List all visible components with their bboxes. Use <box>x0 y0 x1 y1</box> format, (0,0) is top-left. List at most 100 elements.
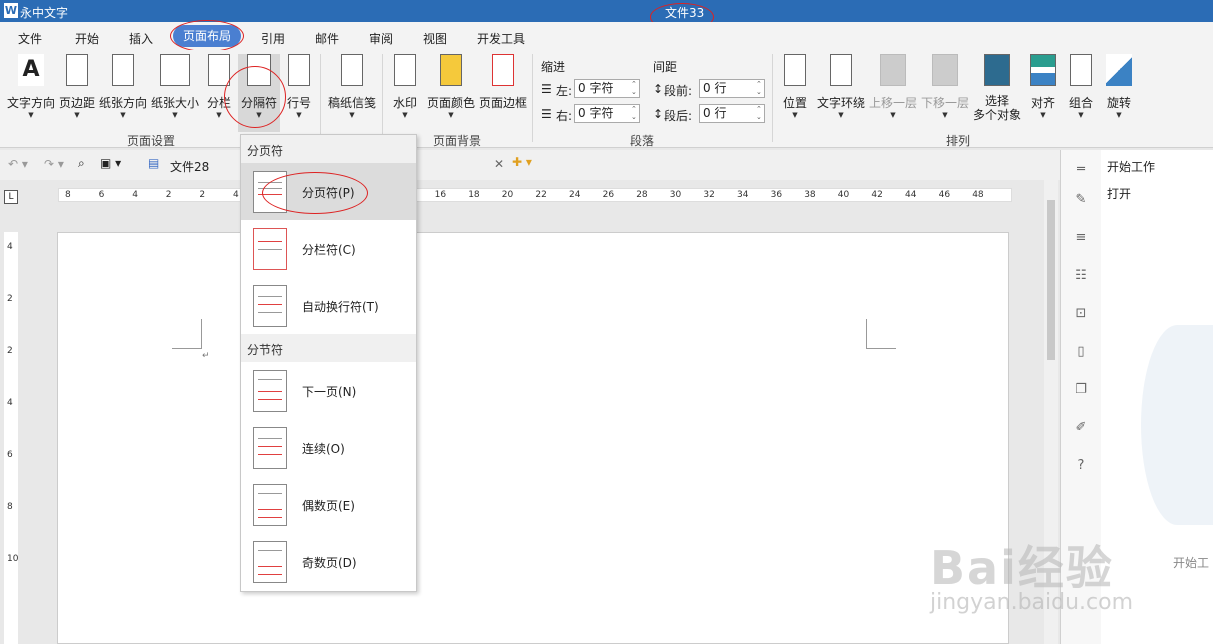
chevron-down-icon: ▼ <box>172 111 178 119</box>
annotation-circle-page-break <box>262 172 368 214</box>
ruler-number: 2 <box>165 190 172 200</box>
chevron-down-icon: ▼ <box>296 111 302 119</box>
column-break-item[interactable]: 分栏符(C) <box>241 220 416 277</box>
menu-references[interactable]: 引用 <box>261 30 285 47</box>
text-direction-icon: A <box>18 54 44 86</box>
ruler-number: 24 <box>569 190 581 200</box>
menu-file[interactable]: 文件 <box>18 30 42 47</box>
align-label: 对齐 <box>1030 96 1055 110</box>
menu-review[interactable]: 审阅 <box>369 30 393 47</box>
page-size-button[interactable]: 纸张大小 ▼ <box>150 54 200 119</box>
outline-icon[interactable]: ☷ <box>1073 268 1089 284</box>
sliders-icon[interactable]: ≡ <box>1073 230 1089 246</box>
chevron-down-icon: ▼ <box>120 111 126 119</box>
document-icon: ▤ <box>148 156 160 170</box>
group-label: 组合 <box>1068 96 1093 110</box>
menu-developer[interactable]: 开发工具 <box>477 30 525 47</box>
chevron-down-icon: ▼ <box>28 111 34 119</box>
next-page-item[interactable]: 下一页(N) <box>241 362 416 419</box>
ribbon-separator <box>320 54 321 142</box>
redo-icon[interactable]: ↷ ▾ <box>44 157 64 171</box>
group-label-background: 页面背景 <box>433 134 482 148</box>
line-numbers-button[interactable]: 行号 ▼ <box>284 54 314 119</box>
undo-icon[interactable]: ↶ ▾ <box>8 157 28 171</box>
indent-left-label: 左: <box>556 84 573 98</box>
orientation-button[interactable]: 纸张方向 ▼ <box>98 54 148 119</box>
even-page-icon <box>253 484 287 526</box>
save-icon[interactable]: ▣ ▾ <box>100 156 121 170</box>
spacing-before-icon: ↕ <box>653 82 664 96</box>
print-preview-icon[interactable]: ⌕ <box>78 156 85 171</box>
position-button[interactable]: 位置 ▼ <box>780 54 810 119</box>
lock-icon[interactable]: ⊡ <box>1073 306 1089 322</box>
line-numbers-label: 行号 <box>286 96 311 110</box>
text-wrap-button[interactable]: 文字环绕 ▼ <box>816 54 866 119</box>
indent-right-input[interactable]: 0 字符 <box>574 104 640 123</box>
manuscript-label: 稿纸信笺 <box>327 96 376 110</box>
menu-home[interactable]: 开始 <box>75 30 99 47</box>
indent-left-input[interactable]: 0 字符 <box>574 79 640 98</box>
page-color-label: 页面颜色 <box>426 96 475 110</box>
manuscript-button[interactable]: 稿纸信笺 ▼ <box>326 54 378 119</box>
pencil-icon[interactable]: ✎ <box>1073 192 1089 208</box>
align-button[interactable]: 对齐 ▼ <box>1028 54 1058 119</box>
menu-view[interactable]: 视图 <box>423 30 447 47</box>
vruler-number: 2 <box>7 294 13 304</box>
new-tab-icon[interactable]: ✚ ▾ <box>512 155 532 169</box>
page-border-button[interactable]: 页面边框 <box>478 54 528 111</box>
text-direction-button[interactable]: A 文字方向 ▼ <box>6 54 56 119</box>
odd-page-item[interactable]: 奇数页(D) <box>241 533 416 590</box>
paragraph-mark-icon: ↵ <box>202 351 210 361</box>
document-page[interactable]: ↵ <box>57 232 1009 644</box>
watermark-url: jingyan.baidu.com <box>930 590 1134 615</box>
even-page-item[interactable]: 偶数页(E) <box>241 476 416 533</box>
scrollbar-thumb[interactable] <box>1047 200 1055 360</box>
ruler-number: 36 <box>770 190 783 200</box>
section-break-header: 分节符 <box>241 334 416 362</box>
ruler-number: 30 <box>669 190 682 200</box>
ruler-number: 38 <box>804 190 816 200</box>
vruler-number: 8 <box>7 502 13 512</box>
quick-access-bar: ↶ ▾ ↷ ▾ ⌕ ▣ ▾ ▤ 文件28 ✕ ✚ ▾ <box>0 150 1060 180</box>
ruler-number: 42 <box>871 190 883 200</box>
close-tab-icon[interactable]: ✕ <box>494 157 504 171</box>
page-color-button[interactable]: 页面颜色 ▼ <box>426 54 476 119</box>
indent-left-icon: ☰ <box>541 82 552 96</box>
vruler-number: 4 <box>7 398 13 408</box>
ruler-number: 26 <box>602 190 615 200</box>
text-direction-label: 文字方向 <box>6 96 55 110</box>
tab-stop-selector[interactable]: L <box>4 190 18 204</box>
bring-forward-label: 上移一层 <box>868 96 917 110</box>
vruler-number: 4 <box>7 242 13 252</box>
menu-insert[interactable]: 插入 <box>129 30 153 47</box>
chevron-down-icon: ▼ <box>1116 111 1122 119</box>
document-tab-label[interactable]: 文件28 <box>170 158 209 175</box>
spacing-before-input[interactable]: 0 行 <box>699 79 765 98</box>
column-break-icon <box>253 228 287 270</box>
margin-corner-right <box>866 319 896 349</box>
select-objects-button[interactable]: 选择 多个对象 <box>972 54 1022 122</box>
ruler-number: 34 <box>737 190 749 200</box>
odd-page-icon <box>253 541 287 583</box>
text-wrapping-break-label: 自动换行符(T) <box>302 300 379 314</box>
send-backward-button[interactable]: 下移一层 ▼ <box>920 54 970 119</box>
bring-forward-button[interactable]: 上移一层 ▼ <box>868 54 918 119</box>
watermark-button[interactable]: 水印 ▼ <box>390 54 420 119</box>
copy-icon[interactable]: ❐ <box>1073 382 1089 398</box>
menu-mailings[interactable]: 邮件 <box>315 30 339 47</box>
book-icon[interactable]: ▯ <box>1073 344 1089 360</box>
edit-icon[interactable]: ✐ <box>1073 420 1089 436</box>
menu-lines-icon[interactable]: ═ <box>1073 162 1089 178</box>
spacing-after-input[interactable]: 0 行 <box>699 104 765 123</box>
group-button[interactable]: 组合 ▼ <box>1066 54 1096 119</box>
vruler-number: 10 <box>7 554 19 564</box>
margins-button[interactable]: 页边距 ▼ <box>58 54 96 119</box>
text-wrapping-break-item[interactable]: 自动换行符(T) <box>241 277 416 334</box>
select-objects-line2: 多个对象 <box>972 108 1021 122</box>
rotate-button[interactable]: 旋转 ▼ <box>1104 54 1134 119</box>
chevron-down-icon: ▼ <box>1040 111 1046 119</box>
continuous-item[interactable]: 连续(O) <box>241 419 416 476</box>
text-wrap-icon <box>830 54 852 86</box>
task-pane-open-link[interactable]: 打开 <box>1107 185 1131 202</box>
help-icon[interactable]: ? <box>1073 458 1089 474</box>
